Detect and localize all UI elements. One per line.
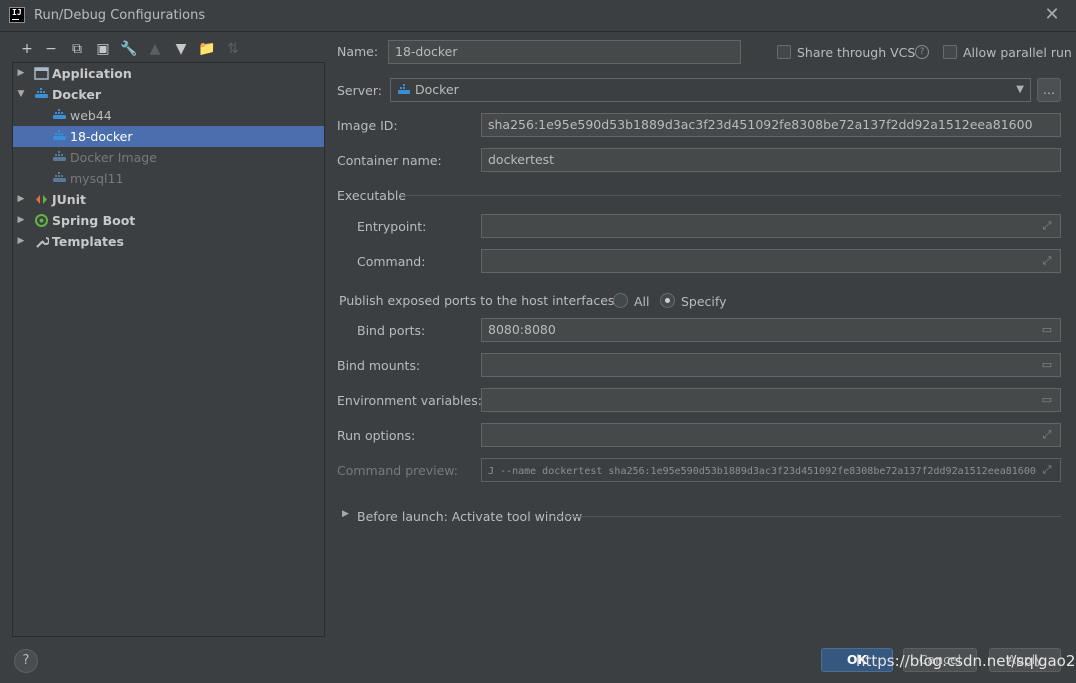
entrypoint-label: Entrypoint: [357, 219, 427, 234]
docker-icon [53, 130, 66, 140]
close-window-button[interactable]: ✕ [1041, 5, 1063, 27]
ports-all-radio[interactable] [613, 293, 628, 308]
folder-icon[interactable]: ▭ [1039, 322, 1055, 338]
executable-separator [401, 195, 1061, 196]
tree-item[interactable]: 18-docker [13, 126, 324, 147]
intellij-app-icon: IJ [9, 7, 25, 23]
move-down-button[interactable]: ▼ [172, 40, 190, 58]
server-select[interactable]: Docker ▼ [390, 78, 1031, 102]
entrypoint-field[interactable]: ⤢ [481, 214, 1061, 238]
tree-item-label: JUnit [52, 192, 86, 207]
help-button[interactable]: ? [14, 649, 38, 673]
run-options-label: Run options: [337, 428, 416, 443]
share-vcs-label: Share through VCS [797, 45, 916, 60]
spring-boot-icon [35, 214, 48, 227]
bind-ports-label: Bind ports: [357, 323, 426, 338]
tree-item[interactable]: ▶ Spring Boot [13, 210, 324, 231]
command-preview-field[interactable]: J --name dockertest sha256:1e95e590d53b1… [481, 458, 1061, 482]
bind-mounts-field[interactable]: ▭ [481, 353, 1061, 377]
container-name-label: Container name: [337, 153, 442, 168]
tree-item-label: Application [52, 66, 132, 81]
before-launch-separator [554, 516, 1061, 517]
ports-all-label: All [634, 294, 650, 309]
tree-item[interactable]: ▶ Application [13, 63, 324, 84]
application-icon [34, 67, 49, 80]
help-circle-icon[interactable]: ? [915, 45, 929, 59]
tree-item-label: Docker Image [70, 150, 157, 165]
window-title: Run/Debug Configurations [34, 8, 206, 23]
server-more-button[interactable]: ... [1037, 78, 1061, 102]
allow-parallel-checkbox[interactable] [943, 45, 957, 59]
tree-item-label: Templates [52, 234, 124, 249]
image-id-field[interactable]: sha256:1e95e590d53b1889d3ac3f23d451092fe… [481, 113, 1061, 137]
before-launch-label[interactable]: Before launch: Activate tool window [357, 509, 582, 524]
container-name-field[interactable]: dockertest [481, 148, 1061, 172]
tree-item[interactable]: mysql11 [13, 168, 324, 189]
save-config-button[interactable]: ▣ [94, 40, 112, 58]
expand-icon[interactable]: ⤢ [1039, 218, 1055, 234]
chevron-right-icon[interactable]: ▶ [16, 231, 26, 252]
bind-mounts-label: Bind mounts: [337, 358, 421, 373]
chevron-right-icon[interactable]: ▶ [16, 189, 26, 210]
tree-item[interactable]: web44 [13, 105, 324, 126]
sort-button[interactable]: ⇅ [224, 40, 242, 58]
tree-item-label: Spring Boot [52, 213, 136, 228]
command-preview-label: Command preview: [337, 463, 459, 478]
folder-icon[interactable]: ▭ [1039, 392, 1055, 408]
tree-item[interactable]: ▶ Templates [13, 231, 324, 252]
docker-icon [53, 151, 66, 161]
add-config-button[interactable]: + [18, 40, 36, 58]
chevron-down-icon[interactable]: ▼ [16, 84, 26, 105]
command-field[interactable]: ⤢ [481, 249, 1061, 273]
docker-icon [53, 172, 66, 182]
before-launch-expand-arrow[interactable]: ▶ [342, 509, 349, 519]
bind-ports-value: 8080:8080 [488, 322, 556, 337]
tree-item-label: mysql11 [70, 171, 124, 186]
chevron-down-icon: ▼ [1016, 84, 1024, 95]
configuration-tree[interactable]: ▶ Application ▼ Docker web44 18-docker Docker … [12, 62, 325, 637]
run-options-field[interactable]: ⤢ [481, 423, 1061, 447]
copy-config-button[interactable]: ⧉ [68, 40, 86, 58]
docker-icon [53, 109, 66, 119]
bind-ports-field[interactable]: 8080:8080 ▭ [481, 318, 1061, 342]
tree-item-label: web44 [70, 108, 112, 123]
expand-icon[interactable]: ⤢ [1039, 462, 1055, 478]
name-label: Name: [337, 44, 379, 59]
server-label: Server: [337, 83, 382, 98]
server-selected-value: Docker [415, 82, 459, 97]
wrench-icon [36, 237, 49, 248]
expand-icon[interactable]: ⤢ [1039, 427, 1055, 443]
tree-item-label: 18-docker [70, 129, 133, 144]
tree-item-label: Docker [52, 87, 101, 102]
env-vars-field[interactable]: ▭ [481, 388, 1061, 412]
tree-item[interactable]: ▼ Docker [13, 84, 324, 105]
allow-parallel-label: Allow parallel run [963, 45, 1072, 60]
docker-icon [35, 88, 48, 98]
junit-icon [36, 195, 47, 204]
tree-item[interactable]: Docker Image [13, 147, 324, 168]
chevron-right-icon[interactable]: ▶ [16, 210, 26, 231]
tree-item[interactable]: ▶ JUnit [13, 189, 324, 210]
publish-ports-label: Publish exposed ports to the host interf… [339, 293, 619, 308]
executable-section-title: Executable [337, 188, 407, 203]
edit-defaults-button[interactable]: 🔧 [120, 40, 138, 58]
ports-specify-radio[interactable] [660, 293, 675, 308]
env-vars-label: Environment variables: [337, 393, 482, 408]
image-id-label: Image ID: [337, 118, 398, 133]
name-field[interactable]: 18-docker [388, 40, 741, 64]
move-up-button[interactable]: ▲ [146, 40, 164, 58]
watermark-text: https://blog.csdn.net/sqlgao22 [856, 652, 1076, 670]
remove-config-button[interactable]: − [42, 40, 60, 58]
docker-icon [398, 84, 410, 94]
folder-icon[interactable]: ▭ [1039, 357, 1055, 373]
expand-icon[interactable]: ⤢ [1039, 253, 1055, 269]
new-folder-button[interactable]: 📁 [198, 40, 216, 58]
command-preview-value: J --name dockertest sha256:1e95e590d53b1… [488, 466, 1036, 477]
command-label: Command: [357, 254, 426, 269]
share-vcs-checkbox[interactable] [777, 45, 791, 59]
ports-specify-label: Specify [681, 294, 727, 309]
chevron-right-icon[interactable]: ▶ [16, 63, 26, 84]
